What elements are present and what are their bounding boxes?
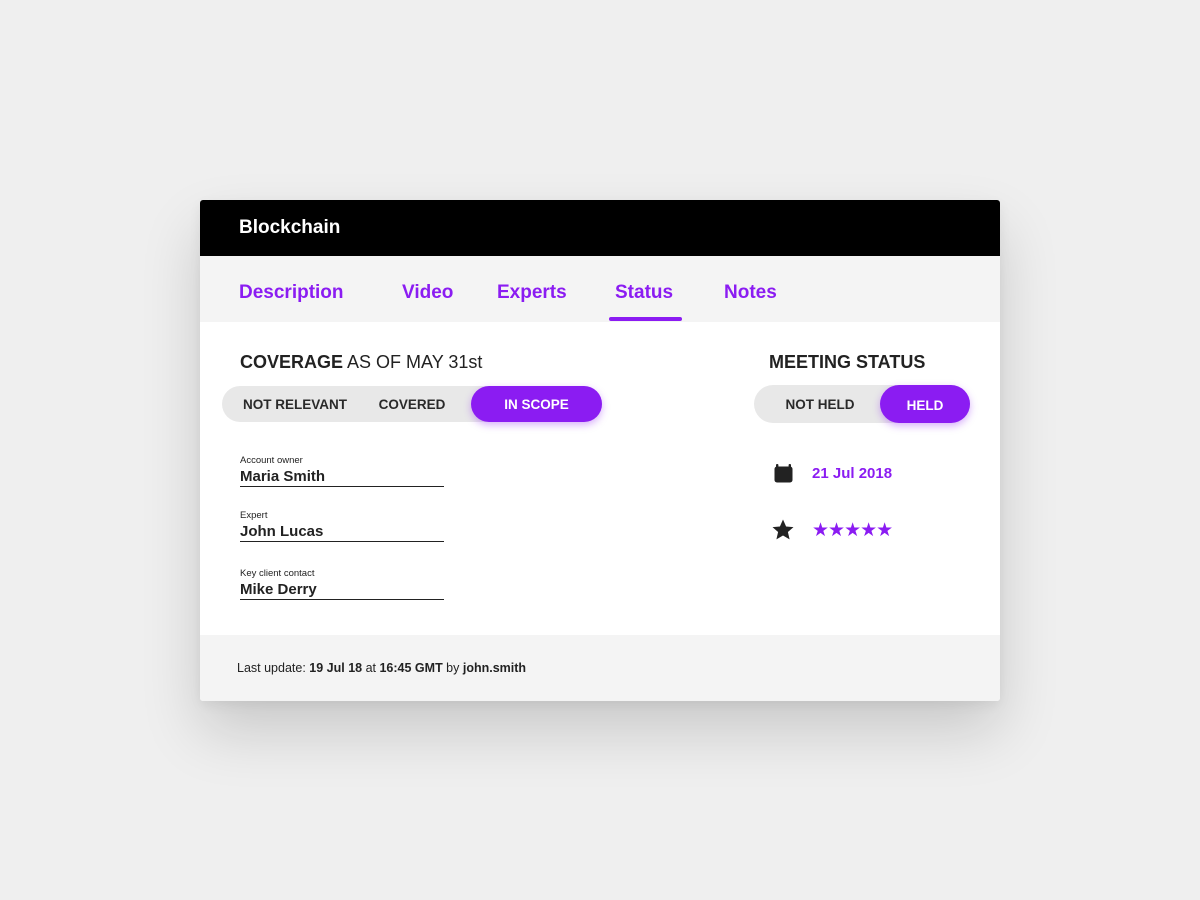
card-title-bar: Blockchain <box>200 200 1000 256</box>
coverage-title-date: AS OF MAY 31st <box>343 352 483 372</box>
tab-description[interactable]: Description <box>239 256 344 322</box>
meeting-status-toggle: NOT HELD HELD <box>754 385 970 423</box>
footer-prefix: Last update: <box>237 661 310 675</box>
tab-video[interactable]: Video <box>402 256 453 322</box>
coverage-option-covered[interactable]: COVERED <box>370 386 454 422</box>
tab-bar: Description Video Experts Status Notes <box>200 256 1000 322</box>
tab-status[interactable]: Status <box>615 256 673 322</box>
coverage-title-bold: COVERAGE <box>240 352 344 372</box>
coverage-toggle: NOT RELEVANT COVERED IN SCOPE <box>222 386 602 422</box>
key-client-contact-field[interactable]: Key client contact Mike Derry <box>240 568 444 600</box>
tab-notes[interactable]: Notes <box>724 256 777 322</box>
meeting-option-held[interactable]: HELD <box>880 385 970 423</box>
coverage-option-in-scope[interactable]: IN SCOPE <box>471 386 602 422</box>
meeting-rating-row: ★★★★★ <box>771 518 893 542</box>
expert-label: Expert <box>240 510 268 521</box>
tab-experts[interactable]: Experts <box>497 256 567 322</box>
meeting-status-title: MEETING STATUS <box>769 352 925 373</box>
star-icon <box>771 518 795 542</box>
account-owner-label: Account owner <box>240 455 303 466</box>
expert-field[interactable]: Expert John Lucas <box>240 510 444 542</box>
account-owner-value: Maria Smith <box>240 468 326 485</box>
meeting-date: 21 Jul 2018 <box>812 465 893 482</box>
expert-value: John Lucas <box>240 523 324 540</box>
meeting-option-not-held[interactable]: NOT HELD <box>770 385 870 423</box>
topic-card: Blockchain Description Video Experts Sta… <box>200 200 1000 701</box>
footer-at: at <box>362 661 380 675</box>
status-panel: COVERAGE AS OF MAY 31st NOT RELEVANT COV… <box>200 322 1000 635</box>
key-client-contact-value: Mike Derry <box>240 581 317 598</box>
footer-user: john.smith <box>462 661 527 675</box>
key-client-contact-label: Key client contact <box>240 568 315 579</box>
footer-date: 19 Jul 18 <box>309 661 363 675</box>
footer-by: by <box>442 661 463 675</box>
meeting-status-title-text: MEETING STATUS <box>769 352 926 372</box>
meeting-date-row: 21 Jul 2018 <box>773 463 892 484</box>
coverage-option-not-relevant[interactable]: NOT RELEVANT <box>230 386 360 422</box>
last-update-footer: Last update: 19 Jul 18 at 16:45 GMT by j… <box>200 635 1000 701</box>
rating-stars[interactable]: ★★★★★ <box>812 519 893 542</box>
calendar-icon <box>773 463 794 484</box>
active-tab-indicator <box>609 317 682 321</box>
account-owner-field[interactable]: Account owner Maria Smith <box>240 455 444 487</box>
card-title: Blockchain <box>239 217 341 238</box>
footer-time: 16:45 GMT <box>379 661 443 675</box>
coverage-title: COVERAGE AS OF MAY 31st <box>240 352 482 373</box>
